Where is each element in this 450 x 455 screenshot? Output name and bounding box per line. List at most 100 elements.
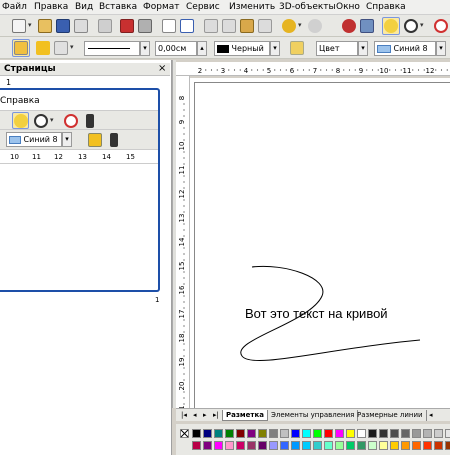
color-swatch[interactable] [236, 429, 245, 438]
line-style-dropdown-arrow[interactable]: ▾ [140, 41, 150, 56]
text-on-curve[interactable]: Вот это текст на кривой [245, 306, 388, 321]
color-swatch[interactable] [423, 441, 432, 450]
color-swatch[interactable] [434, 441, 443, 450]
color-swatch[interactable] [313, 429, 322, 438]
color-swatch[interactable] [313, 441, 322, 450]
line-style-toggle-button[interactable] [12, 39, 30, 57]
tab-controls[interactable]: Элементы управления [268, 410, 359, 421]
floating-area-color-select[interactable]: Синий 8 [6, 132, 62, 147]
edit-file-icon[interactable] [98, 19, 112, 33]
menu-modify[interactable]: Изменить [229, 2, 275, 12]
new-dropdown-arrow[interactable]: ▾ [28, 21, 32, 29]
color-swatch[interactable] [335, 429, 344, 438]
color-swatch[interactable] [346, 429, 355, 438]
line-style-select[interactable] [84, 41, 140, 56]
spellcheck-icon[interactable] [162, 19, 176, 33]
color-swatch[interactable] [203, 441, 212, 450]
color-swatch[interactable] [258, 429, 267, 438]
paste-icon[interactable] [240, 19, 254, 33]
menu-insert[interactable]: Вставка [99, 2, 137, 12]
color-swatch[interactable] [346, 441, 355, 450]
redo-icon[interactable] [308, 19, 322, 33]
color-swatch[interactable] [324, 441, 333, 450]
line-width-field[interactable]: 0,00см [155, 41, 197, 56]
zoom-icon[interactable] [404, 19, 418, 33]
color-swatch[interactable] [379, 441, 388, 450]
floating-area-color-arrow[interactable]: ▾ [62, 132, 72, 147]
chart-icon[interactable] [342, 19, 356, 33]
color-swatch[interactable] [280, 429, 289, 438]
color-swatch[interactable] [280, 441, 289, 450]
undo-icon[interactable] [282, 19, 296, 33]
menu-view[interactable]: Вид [75, 2, 93, 12]
area-fill-icon[interactable] [290, 41, 304, 55]
open-folder-icon[interactable] [38, 19, 52, 33]
zoom-dropdown-arrow[interactable]: ▾ [420, 21, 424, 29]
color-swatch[interactable] [445, 429, 450, 438]
color-swatch[interactable] [302, 441, 311, 450]
color-swatch[interactable] [412, 441, 421, 450]
help-icon[interactable] [64, 114, 78, 128]
save-icon[interactable] [56, 19, 70, 33]
print-icon[interactable] [138, 19, 152, 33]
color-swatch[interactable] [236, 441, 245, 450]
points-toggle-button[interactable] [382, 17, 400, 35]
area-style-dropdown-arrow[interactable]: ▾ [358, 41, 368, 56]
color-swatch[interactable] [357, 441, 366, 450]
color-swatch[interactable] [225, 429, 234, 438]
next-tab-button[interactable]: ▸ [200, 410, 210, 421]
color-swatch[interactable] [445, 441, 450, 450]
close-icon[interactable]: × [158, 63, 166, 74]
color-swatch[interactable] [214, 441, 223, 450]
drawing-canvas[interactable]: Вот это текст на кривой [190, 78, 450, 408]
area-style-select[interactable]: Цвет [316, 41, 358, 56]
zoom-icon[interactable] [34, 114, 48, 128]
color-swatch[interactable] [214, 429, 223, 438]
color-swatch[interactable] [368, 441, 377, 450]
color-swatch[interactable] [269, 441, 278, 450]
bell-icon[interactable] [36, 41, 50, 55]
color-swatch[interactable] [302, 429, 311, 438]
curve-shape[interactable] [190, 78, 450, 408]
first-tab-button[interactable]: |◂ [178, 410, 190, 421]
area-color-select[interactable]: Синий 8 [374, 41, 436, 56]
color-swatch[interactable] [258, 441, 267, 450]
tab-layout[interactable]: Разметка [222, 410, 268, 421]
cut-icon[interactable] [204, 19, 218, 33]
color-swatch[interactable] [247, 429, 256, 438]
prev-tab-button[interactable]: ◂ [190, 410, 200, 421]
arrow-style-icon[interactable] [54, 41, 68, 55]
color-swatch[interactable] [269, 429, 278, 438]
line-color-select[interactable]: Черный [214, 41, 270, 56]
color-swatch[interactable] [203, 429, 212, 438]
arrow-style-dropdown[interactable]: ▾ [70, 43, 74, 51]
help-icon[interactable] [434, 19, 448, 33]
color-swatch[interactable] [291, 441, 300, 450]
menu-file[interactable]: Файл [2, 2, 27, 12]
floating-menu-help[interactable]: Справка [0, 96, 40, 106]
menu-3d-objects[interactable]: 3D-объекты [279, 2, 336, 12]
undo-dropdown-arrow[interactable]: ▾ [298, 21, 302, 29]
menu-edit[interactable]: Правка [34, 2, 68, 12]
color-swatch[interactable] [247, 441, 256, 450]
clone-formatting-icon[interactable] [258, 19, 272, 33]
color-swatch[interactable] [401, 441, 410, 450]
color-swatch[interactable] [412, 429, 421, 438]
color-swatch[interactable] [225, 441, 234, 450]
color-swatch[interactable] [390, 429, 399, 438]
export-pdf-icon[interactable] [120, 19, 134, 33]
vertical-ruler[interactable]: 89101112131415161718192021 [176, 76, 190, 408]
tab-dimension-lines[interactable]: Размерные линии [354, 410, 427, 421]
menu-format[interactable]: Формат [143, 2, 180, 12]
color-swatch[interactable] [192, 441, 201, 450]
toolbar-overflow-icon[interactable] [86, 114, 94, 128]
last-tab-button[interactable]: ▸| [210, 410, 222, 421]
menu-tools[interactable]: Сервис [186, 2, 220, 12]
copy-icon[interactable] [222, 19, 236, 33]
tab-scroll-left[interactable]: ◂ [426, 410, 436, 421]
color-swatch[interactable] [423, 429, 432, 438]
horizontal-ruler[interactable]: 2 3 4 5 6 7 8 9 10 11 12 [176, 62, 450, 76]
floating-toolbar-window[interactable]: Справка ▾ Синий 8 ▾ 10 11 12 13 14 15 [0, 88, 160, 292]
zoom-dropdown-arrow[interactable]: ▾ [50, 116, 54, 124]
color-swatch[interactable] [324, 429, 333, 438]
